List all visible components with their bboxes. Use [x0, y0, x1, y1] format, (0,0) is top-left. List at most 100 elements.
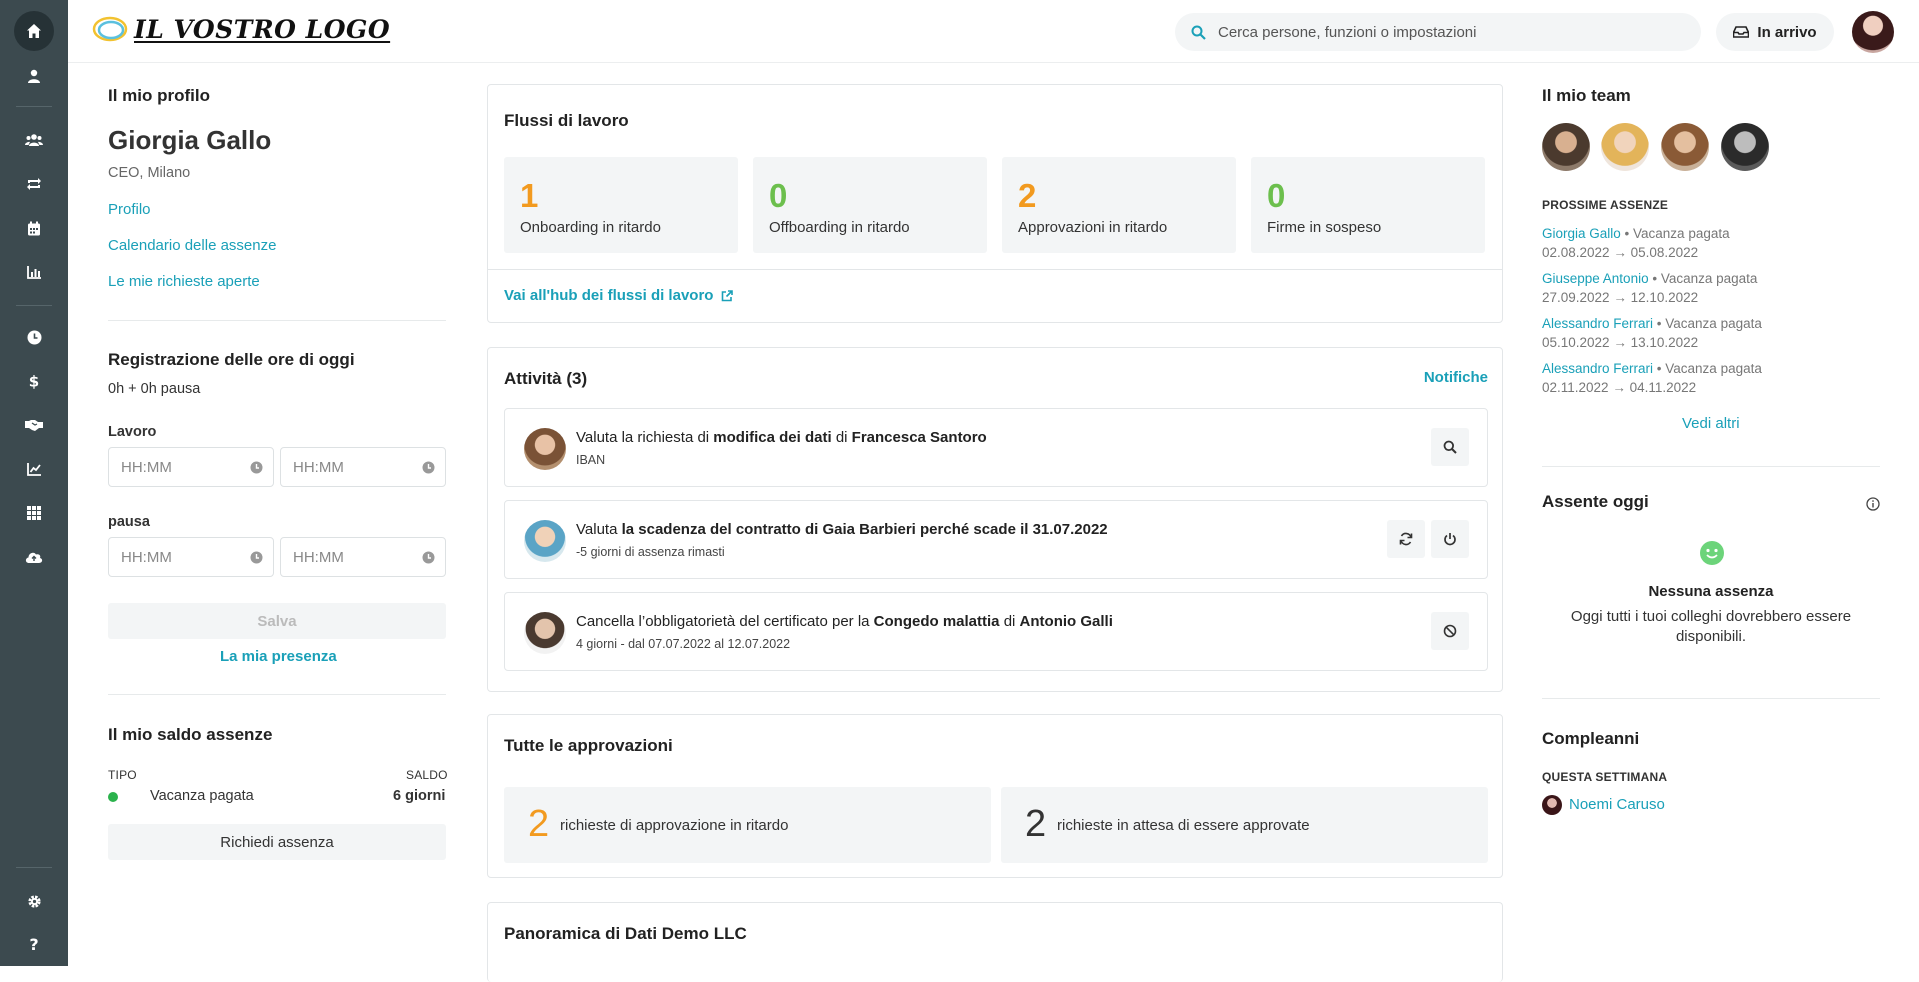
clock-icon[interactable]	[14, 319, 54, 355]
profile-link[interactable]: Profilo	[108, 201, 151, 218]
see-more-link[interactable]: Vedi altri	[1682, 415, 1740, 432]
svg-text:?: ?	[29, 936, 38, 952]
stat-signatures[interactable]: 0 Firme in sospeso	[1251, 157, 1485, 253]
activity-avatar	[524, 612, 566, 654]
reports-icon[interactable]	[14, 254, 54, 290]
search-input[interactable]	[1218, 23, 1658, 41]
activity-item[interactable]: Valuta la scadenza del contratto di Gaia…	[504, 500, 1488, 579]
apps-icon[interactable]	[14, 495, 54, 531]
divider	[488, 269, 1502, 270]
approval-overdue[interactable]: 2 richieste di approvazione in ritardo	[504, 787, 991, 863]
calendar-icon[interactable]	[14, 210, 54, 246]
inbox-label: In arrivo	[1757, 23, 1817, 41]
team-title: Il mio team	[1542, 86, 1631, 105]
activity-avatar	[524, 428, 566, 470]
divider	[1542, 466, 1880, 467]
handshake-icon[interactable]	[14, 407, 54, 443]
analytics-icon[interactable]	[14, 451, 54, 487]
break-start-input[interactable]	[121, 548, 241, 566]
absence-calendar-link[interactable]: Calendario delle assenze	[108, 237, 276, 254]
time-tracking-summary: 0h + 0h pausa	[108, 381, 201, 397]
refresh-icon	[1399, 532, 1413, 546]
team-avatar[interactable]	[1661, 123, 1709, 171]
approval-value: 2	[528, 803, 550, 845]
approval-pending[interactable]: 2 richieste in attesa di essere approvat…	[1001, 787, 1488, 863]
logo-text: IL VOSTRO LOGO	[134, 14, 391, 44]
profile-section-title: Il mio profilo	[108, 86, 210, 105]
activity-avatar	[524, 520, 566, 562]
stat-value: 2	[1018, 177, 1037, 214]
cloud-upload-icon[interactable]	[14, 539, 54, 575]
home-icon[interactable]	[14, 11, 54, 51]
work-start-input[interactable]	[121, 458, 241, 476]
approval-label: richieste di approvazione in ritardo	[560, 817, 789, 834]
sidebar: $ ?	[0, 0, 68, 966]
dollar-icon[interactable]: $	[14, 363, 54, 399]
time-tracking-title: Registrazione delle ore di oggi	[108, 350, 355, 369]
search-icon	[1191, 25, 1206, 40]
open-requests-link[interactable]: Le mie richieste aperte	[108, 273, 260, 290]
team-avatar[interactable]	[1542, 123, 1590, 171]
stat-onboarding[interactable]: 1 Onboarding in ritardo	[504, 157, 738, 253]
stat-approvals[interactable]: 2 Approvazioni in ritardo	[1002, 157, 1236, 253]
ban-icon	[1443, 624, 1457, 638]
end-contract-button[interactable]	[1431, 520, 1469, 558]
cancel-requirement-button[interactable]	[1431, 612, 1469, 650]
break-label: pausa	[108, 514, 150, 530]
user-avatar[interactable]	[1852, 11, 1894, 53]
upcoming-absences-title: PROSSIME ASSENZE	[1542, 198, 1669, 212]
profile-role: CEO, Milano	[108, 165, 191, 181]
activity-subtext: IBAN	[576, 453, 606, 467]
work-end-input[interactable]	[293, 458, 413, 476]
absence-person-link[interactable]: Alessandro Ferrari	[1542, 361, 1653, 376]
global-search[interactable]	[1175, 13, 1701, 51]
company-logo[interactable]: IL VOSTRO LOGO	[92, 14, 390, 44]
break-end-input[interactable]	[293, 548, 413, 566]
absence-dates: 02.11.2022 → 04.11.2022	[1542, 380, 1697, 395]
settings-icon[interactable]	[14, 883, 54, 919]
work-start-field[interactable]	[108, 447, 274, 487]
search-icon	[1443, 440, 1457, 454]
absence-dates: 02.08.2022 → 05.08.2022	[1542, 245, 1699, 260]
attendance-link[interactable]: La mia presenza	[220, 648, 337, 665]
absence-item: Alessandro Ferrari • Vacanza pagata 05.1…	[1542, 316, 1762, 350]
activities-card: Attività (3) Notifiche Valuta la richies…	[487, 347, 1503, 692]
clock-icon	[422, 461, 435, 473]
info-icon[interactable]	[1866, 497, 1880, 511]
stat-value: 0	[769, 177, 788, 214]
absence-person-link[interactable]: Giuseppe Antonio	[1542, 271, 1649, 286]
divider	[108, 694, 446, 695]
stat-offboarding[interactable]: 0 Offboarding in ritardo	[753, 157, 987, 253]
break-end-field[interactable]	[280, 537, 446, 577]
absence-person-link[interactable]: Alessandro Ferrari	[1542, 316, 1653, 331]
request-absence-button[interactable]: Richiedi assenza	[108, 824, 446, 860]
activity-item[interactable]: Valuta la richiesta di modifica dei dati…	[504, 408, 1488, 487]
smiley-icon	[1699, 540, 1725, 566]
save-button[interactable]: Salva	[108, 603, 446, 639]
external-link-icon	[722, 289, 734, 301]
team-icon[interactable]	[14, 122, 54, 158]
absence-person-link[interactable]: Giorgia Gallo	[1542, 226, 1621, 241]
workflow-hub-link[interactable]: Vai all'hub dei flussi di lavoro	[504, 287, 734, 304]
team-avatar[interactable]	[1601, 123, 1649, 171]
view-button[interactable]	[1431, 428, 1469, 466]
help-icon[interactable]: ?	[14, 926, 54, 962]
profile-name: Giorgia Gallo	[108, 125, 272, 155]
approval-label: richieste in attesa di essere approvate	[1057, 817, 1310, 834]
birthday-avatar	[1542, 795, 1562, 815]
overview-card: Panoramica di Dati Demo LLC	[487, 902, 1503, 982]
work-end-field[interactable]	[280, 447, 446, 487]
renew-button[interactable]	[1387, 520, 1425, 558]
activity-item[interactable]: Cancella l’obbligatorietà del certificat…	[504, 592, 1488, 671]
workflow-icon[interactable]	[14, 166, 54, 202]
activity-text: Cancella l’obbligatorietà del certificat…	[576, 613, 1113, 630]
team-avatar[interactable]	[1721, 123, 1769, 171]
user-icon[interactable]	[14, 58, 54, 94]
inbox-button[interactable]: In arrivo	[1716, 13, 1834, 51]
break-start-field[interactable]	[108, 537, 274, 577]
stat-label: Offboarding in ritardo	[769, 219, 910, 236]
birthday-person-link[interactable]: Noemi Caruso	[1569, 796, 1665, 813]
stat-label: Firme in sospeso	[1267, 219, 1382, 236]
absence-dates: 05.10.2022 → 13.10.2022	[1542, 335, 1699, 350]
notifications-link[interactable]: Notifiche	[1424, 369, 1488, 386]
